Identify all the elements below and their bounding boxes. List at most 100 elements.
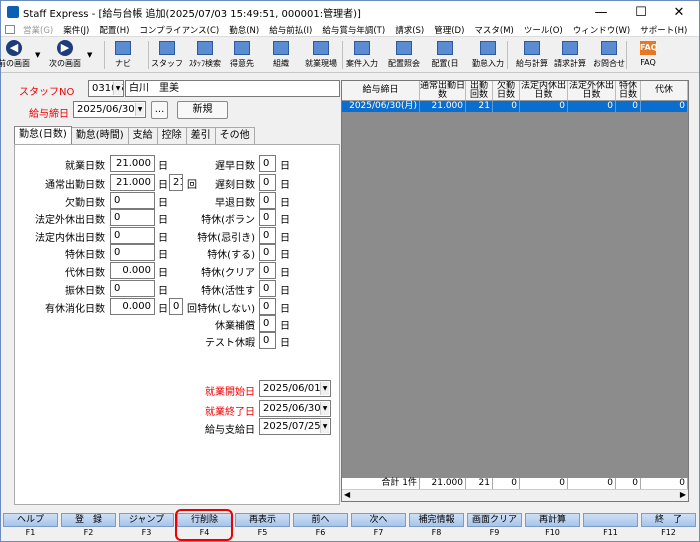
table-row[interactable]: 2025/06/30(月) 21.000 21 0 0 0 0 0 (342, 101, 688, 112)
grid-header-cell[interactable]: 給与締日 (342, 81, 420, 101)
chevron-down-icon[interactable]: ▼ (87, 51, 92, 59)
fkey-button[interactable]: 終 了 (641, 513, 696, 527)
navi-icon (114, 40, 132, 56)
grid-header-cell[interactable]: 代休 (641, 81, 688, 101)
fkey-button[interactable]: 次へ (351, 513, 406, 527)
value-input[interactable]: 0 (259, 192, 276, 209)
value-input[interactable]: 0 (110, 280, 155, 297)
chevron-down-icon[interactable]: ▼ (113, 82, 122, 95)
fkey-button[interactable]: 画面クリア (467, 513, 522, 527)
chevron-down-icon[interactable]: ▼ (135, 103, 144, 116)
horizontal-scrollbar[interactable]: ◀ ▶ (342, 489, 688, 501)
system-menu-icon[interactable] (5, 25, 15, 34)
fkey-button[interactable]: 補完情報 (409, 513, 464, 527)
chevron-down-icon[interactable]: ▼ (320, 420, 329, 433)
count-input[interactable]: 0 (169, 298, 183, 315)
minimize-button[interactable]: — (581, 1, 621, 23)
grid-header-cell[interactable]: 法定内休出日数 (520, 81, 568, 101)
tab-item[interactable]: 控除 (156, 127, 187, 144)
value-input[interactable]: 0 (110, 192, 155, 209)
menu-item[interactable]: 管理(D) (429, 24, 469, 36)
toolbar-button[interactable]: 配置照会 (384, 39, 424, 71)
value-input[interactable]: 0.000 (110, 298, 155, 315)
value-input[interactable]: 0 (259, 332, 276, 349)
ellipsis-button[interactable]: ... (151, 101, 168, 119)
count-input[interactable]: 21 (169, 174, 183, 191)
menu-item[interactable]: 給与賞与年調(T) (317, 24, 390, 36)
menu-item[interactable]: マスタ(M) (469, 24, 518, 36)
fkey-button[interactable]: 再表示 (235, 513, 290, 527)
value-input[interactable]: 0 (259, 244, 276, 261)
new-button[interactable]: 新規 (177, 101, 228, 119)
pay-day-select[interactable]: 2025/07/25 ▼ (259, 418, 331, 435)
grid-header-cell[interactable]: 出勤回数 (466, 81, 493, 101)
tab-item[interactable]: その他 (214, 127, 255, 144)
value-input[interactable]: 0 (110, 227, 155, 244)
toolbar-button[interactable]: 請求計算 (550, 39, 590, 71)
fkey-button[interactable]: 登 録 (61, 513, 116, 527)
value-input[interactable]: 0 (110, 209, 155, 226)
toolbar-button[interactable]: ｽﾀｯﾌ検索 (185, 39, 225, 71)
toolbar-button[interactable]: 案件入力 (342, 39, 382, 71)
work-start-select[interactable]: 2025/06/01 ▼ (259, 380, 331, 397)
menu-item[interactable]: 配置(H) (94, 24, 134, 36)
toolbar-button[interactable]: 得意先 (222, 39, 262, 71)
toolbar-button[interactable]: FAQ FAQ (628, 39, 668, 71)
toolbar-button[interactable]: ▶ 次の画面 (45, 39, 85, 71)
value-input[interactable]: 0 (259, 155, 276, 172)
menu-item[interactable]: 給与前払(I) (264, 24, 317, 36)
menu-item[interactable]: ウィンドウ(W) (568, 24, 636, 36)
tab-item[interactable]: 支給 (127, 127, 158, 144)
tab-item[interactable]: 差引 (185, 127, 216, 144)
chevron-down-icon[interactable]: ▼ (35, 51, 40, 59)
menu-item[interactable]: 請求(S) (390, 24, 429, 36)
fkey-button[interactable]: 前へ (293, 513, 348, 527)
menu-item[interactable]: コンプライアンス(C) (134, 24, 224, 36)
grid-header-cell[interactable]: 法定外休出日数 (568, 81, 616, 101)
toolbar-button[interactable]: 配置(日 (425, 39, 465, 71)
value-input[interactable]: 0 (259, 174, 276, 191)
menu-item[interactable]: 勤怠(N) (224, 24, 264, 36)
fkey-button[interactable]: 再計算 (525, 513, 580, 527)
chevron-down-icon[interactable]: ▼ (320, 402, 329, 415)
menu-item[interactable]: サポート(H) (635, 24, 692, 36)
toolbar-button[interactable]: ◀ 前の画面 (0, 39, 34, 71)
toolbar-button[interactable]: ナビ (103, 39, 143, 71)
toolbar-button[interactable]: 勤怠入力 (468, 39, 508, 71)
value-input[interactable]: 21.000 (110, 174, 155, 191)
payroll-grid[interactable]: ◀ ▶ 給与締日 通常出勤日数 出勤回数 欠勤日数 法定内休出日数 法定外休出日数 特休日数… (341, 80, 689, 502)
toolbar-button[interactable]: お問合せ (589, 39, 629, 71)
value-input[interactable]: 0 (259, 262, 276, 279)
pay-date-select[interactable]: 2025/06/30 ▼ (73, 101, 146, 118)
staff-no-input[interactable]: 031057 ▼ (88, 80, 124, 97)
toolbar-button[interactable]: 給与計算 (512, 39, 552, 71)
maximize-button[interactable]: ☐ (621, 1, 661, 23)
scroll-right-icon[interactable]: ▶ (680, 490, 686, 499)
toolbar-button[interactable]: スタッフ (147, 39, 187, 71)
value-input[interactable]: 0 (259, 280, 276, 297)
fkey-button[interactable] (583, 513, 638, 527)
value-input[interactable]: 0 (110, 244, 155, 261)
value-input[interactable]: 0 (259, 227, 276, 244)
value-input[interactable]: 0.000 (110, 262, 155, 279)
fkey-button[interactable]: ヘルプ (3, 513, 58, 527)
fkey-button[interactable]: ジャンプ (119, 513, 174, 527)
work-end-select[interactable]: 2025/06/30 ▼ (259, 400, 331, 417)
toolbar-button[interactable]: 組織 (261, 39, 301, 71)
tab-item[interactable]: 勤怠(時間) (70, 127, 129, 144)
value-input[interactable]: 21.000 (110, 155, 155, 172)
menu-item[interactable]: 案件(J) (58, 24, 94, 36)
value-input[interactable]: 0 (259, 315, 276, 332)
menu-item[interactable]: ツール(O) (519, 24, 568, 36)
toolbar-button[interactable]: 就業現場 (301, 39, 341, 71)
grid-header-cell[interactable]: 通常出勤日数 (420, 81, 466, 101)
value-input[interactable]: 0 (259, 209, 276, 226)
close-button[interactable]: ✕ (659, 1, 699, 23)
tab-item[interactable]: 勤怠(日数) (14, 126, 72, 145)
menu-item[interactable]: 営業(G) (18, 24, 58, 36)
grid-header-cell[interactable]: 欠勤日数 (493, 81, 520, 101)
grid-header-cell[interactable]: 特休日数 (616, 81, 641, 101)
scroll-left-icon[interactable]: ◀ (344, 490, 350, 499)
chevron-down-icon[interactable]: ▼ (320, 382, 329, 395)
value-input[interactable]: 0 (259, 298, 276, 315)
